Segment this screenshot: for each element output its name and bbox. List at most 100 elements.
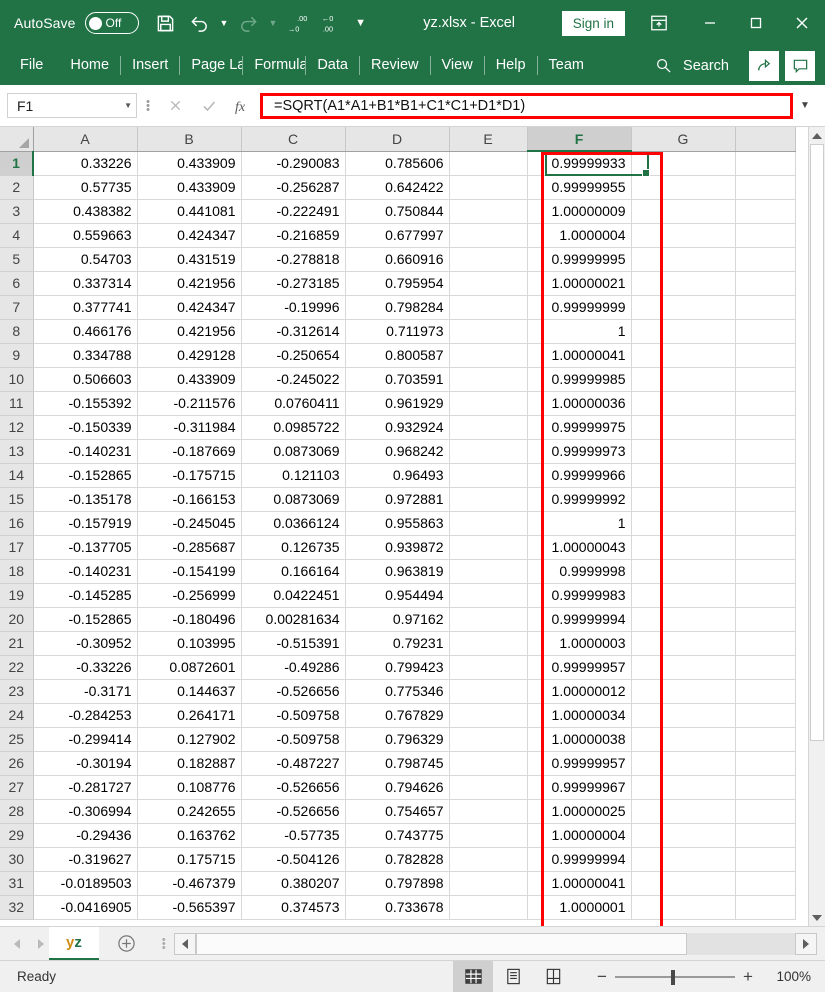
row-header-31[interactable]: 31 bbox=[0, 871, 34, 896]
row-header-2[interactable]: 2 bbox=[0, 175, 34, 200]
ribbon-tab-home[interactable]: Home bbox=[59, 46, 120, 85]
cell-B27[interactable]: 0.108776 bbox=[137, 775, 242, 800]
cell-D32[interactable]: 0.733678 bbox=[345, 895, 450, 920]
cell-G19[interactable] bbox=[631, 583, 736, 608]
cell-F25[interactable]: 1.00000038 bbox=[527, 727, 632, 752]
cell-C15[interactable]: 0.0873069 bbox=[241, 487, 346, 512]
cell-C30[interactable]: -0.504126 bbox=[241, 847, 346, 872]
cell-B13[interactable]: -0.187669 bbox=[137, 439, 242, 464]
cell-C29[interactable]: -0.57735 bbox=[241, 823, 346, 848]
ribbon-tab-review[interactable]: Review bbox=[360, 46, 430, 85]
cell-H23[interactable] bbox=[735, 679, 796, 704]
ribbon-tab-view[interactable]: View bbox=[431, 46, 484, 85]
sheet-tab-yz[interactable]: yz bbox=[49, 927, 99, 960]
cell-H13[interactable] bbox=[735, 439, 796, 464]
ribbon-tab-page-layout[interactable]: Page Lay bbox=[180, 46, 242, 85]
undo-icon[interactable] bbox=[183, 6, 217, 40]
column-header-a[interactable]: A bbox=[33, 127, 138, 152]
column-header-c[interactable]: C bbox=[241, 127, 346, 152]
cell-F8[interactable]: 1 bbox=[527, 319, 632, 344]
cell-B18[interactable]: -0.154199 bbox=[137, 559, 242, 584]
cell-B3[interactable]: 0.441081 bbox=[137, 199, 242, 224]
zoom-percent-label[interactable]: 100% bbox=[761, 969, 811, 984]
cell-H9[interactable] bbox=[735, 343, 796, 368]
cell-C31[interactable]: 0.380207 bbox=[241, 871, 346, 896]
cell-H19[interactable] bbox=[735, 583, 796, 608]
row-header-15[interactable]: 15 bbox=[0, 487, 34, 512]
row-header-1[interactable]: 1 bbox=[0, 151, 34, 176]
cell-F20[interactable]: 0.99999994 bbox=[527, 607, 632, 632]
minimize-icon[interactable] bbox=[687, 0, 733, 46]
cell-B32[interactable]: -0.565397 bbox=[137, 895, 242, 920]
autosave-toggle[interactable]: Off bbox=[84, 12, 139, 34]
cell-E32[interactable] bbox=[449, 895, 528, 920]
cell-H29[interactable] bbox=[735, 823, 796, 848]
cell-D22[interactable]: 0.799423 bbox=[345, 655, 450, 680]
cell-F4[interactable]: 1.0000004 bbox=[527, 223, 632, 248]
cell-B12[interactable]: -0.311984 bbox=[137, 415, 242, 440]
cell-A28[interactable]: -0.306994 bbox=[33, 799, 138, 824]
cell-H18[interactable] bbox=[735, 559, 796, 584]
cell-G28[interactable] bbox=[631, 799, 736, 824]
cell-G21[interactable] bbox=[631, 631, 736, 656]
row-header-18[interactable]: 18 bbox=[0, 559, 34, 584]
cell-F18[interactable]: 0.9999998 bbox=[527, 559, 632, 584]
sign-in-button[interactable]: Sign in bbox=[561, 10, 625, 36]
cell-B17[interactable]: -0.285687 bbox=[137, 535, 242, 560]
cell-G27[interactable] bbox=[631, 775, 736, 800]
cell-B16[interactable]: -0.245045 bbox=[137, 511, 242, 536]
cell-G22[interactable] bbox=[631, 655, 736, 680]
cell-B10[interactable]: 0.433909 bbox=[137, 367, 242, 392]
cell-A20[interactable]: -0.152865 bbox=[33, 607, 138, 632]
row-header-3[interactable]: 3 bbox=[0, 199, 34, 224]
cell-A32[interactable]: -0.0416905 bbox=[33, 895, 138, 920]
cell-A17[interactable]: -0.137705 bbox=[33, 535, 138, 560]
horizontal-scroll-track[interactable] bbox=[195, 932, 795, 955]
horizontal-scroll-thumb[interactable] bbox=[195, 932, 688, 955]
cell-H2[interactable] bbox=[735, 175, 796, 200]
cell-D9[interactable]: 0.800587 bbox=[345, 343, 450, 368]
ribbon-tab-insert[interactable]: Insert bbox=[121, 46, 179, 85]
formula-input[interactable]: =SQRT(A1*A1+B1*B1+C1*C1+D1*D1) bbox=[260, 92, 793, 119]
cell-F15[interactable]: 0.99999992 bbox=[527, 487, 632, 512]
cell-E15[interactable] bbox=[449, 487, 528, 512]
cell-E3[interactable] bbox=[449, 199, 528, 224]
cell-C13[interactable]: 0.0873069 bbox=[241, 439, 346, 464]
cell-A2[interactable]: 0.57735 bbox=[33, 175, 138, 200]
cell-F5[interactable]: 0.99999995 bbox=[527, 247, 632, 272]
cell-C10[interactable]: -0.245022 bbox=[241, 367, 346, 392]
cell-B28[interactable]: 0.242655 bbox=[137, 799, 242, 824]
ribbon-display-options-icon[interactable] bbox=[631, 0, 687, 46]
cell-F28[interactable]: 1.00000025 bbox=[527, 799, 632, 824]
cell-D30[interactable]: 0.782828 bbox=[345, 847, 450, 872]
cell-A1[interactable]: 0.33226 bbox=[33, 151, 138, 176]
row-header-22[interactable]: 22 bbox=[0, 655, 34, 680]
cell-C6[interactable]: -0.273185 bbox=[241, 271, 346, 296]
row-header-32[interactable]: 32 bbox=[0, 895, 34, 920]
maximize-icon[interactable] bbox=[733, 0, 779, 46]
ribbon-tab-data[interactable]: Data bbox=[306, 46, 359, 85]
scroll-down-button[interactable] bbox=[809, 909, 825, 926]
cell-B29[interactable]: 0.163762 bbox=[137, 823, 242, 848]
cell-H14[interactable] bbox=[735, 463, 796, 488]
cell-H30[interactable] bbox=[735, 847, 796, 872]
cell-D19[interactable]: 0.954494 bbox=[345, 583, 450, 608]
cell-E28[interactable] bbox=[449, 799, 528, 824]
expand-formula-bar-chevron-icon[interactable]: ▼ bbox=[793, 100, 817, 111]
cell-G8[interactable] bbox=[631, 319, 736, 344]
cell-H22[interactable] bbox=[735, 655, 796, 680]
cell-H21[interactable] bbox=[735, 631, 796, 656]
cell-G32[interactable] bbox=[631, 895, 736, 920]
cell-H12[interactable] bbox=[735, 415, 796, 440]
cell-E7[interactable] bbox=[449, 295, 528, 320]
cell-E27[interactable] bbox=[449, 775, 528, 800]
cell-C26[interactable]: -0.487227 bbox=[241, 751, 346, 776]
cell-C2[interactable]: -0.256287 bbox=[241, 175, 346, 200]
zoom-slider-thumb[interactable] bbox=[671, 969, 675, 985]
cell-G18[interactable] bbox=[631, 559, 736, 584]
cell-A30[interactable]: -0.319627 bbox=[33, 847, 138, 872]
cell-H15[interactable] bbox=[735, 487, 796, 512]
cell-C25[interactable]: -0.509758 bbox=[241, 727, 346, 752]
cell-D12[interactable]: 0.932924 bbox=[345, 415, 450, 440]
cell-G25[interactable] bbox=[631, 727, 736, 752]
